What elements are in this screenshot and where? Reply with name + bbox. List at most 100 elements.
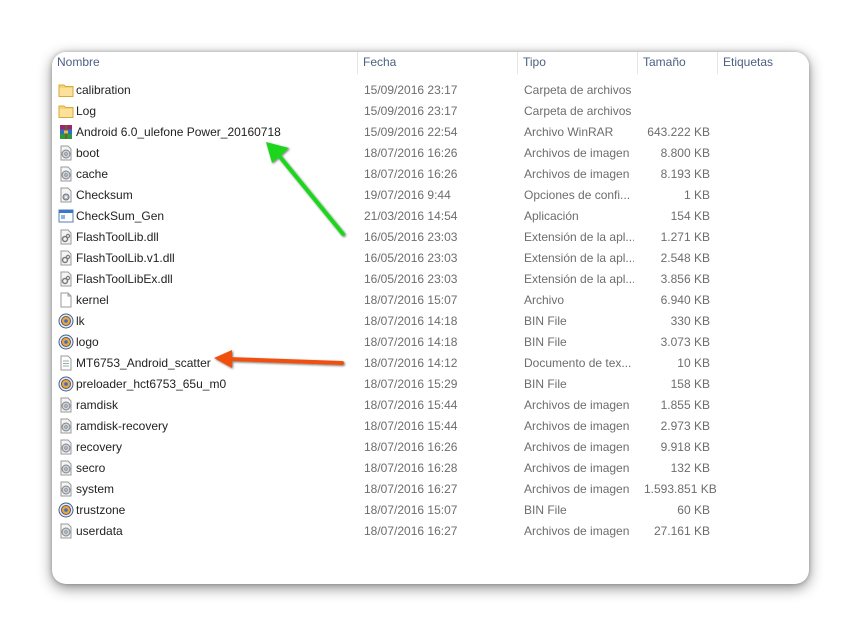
file-type: Aplicación <box>524 209 579 223</box>
column-header-type[interactable]: Tipo <box>518 52 638 74</box>
file-type: Extensión de la apl... <box>524 272 634 286</box>
file-name: calibration <box>76 83 131 97</box>
file-date: 18/07/2016 15:29 <box>364 377 458 391</box>
file-date: 18/07/2016 14:18 <box>364 314 458 328</box>
file-row[interactable]: logo 18/07/2016 14:18 BIN File 3.073 KB <box>52 332 809 353</box>
file-size: 1.271 KB <box>660 230 710 244</box>
file-date: 18/07/2016 15:44 <box>364 419 458 433</box>
file-type: Archivos de imagen <box>524 146 630 160</box>
file-size: 1.855 KB <box>660 398 710 412</box>
file-type: Archivo <box>524 293 565 307</box>
file-row[interactable]: CheckSum_Gen 21/03/2016 14:54 Aplicación 15… <box>52 206 809 227</box>
file-name: ramdisk <box>76 398 119 412</box>
file-explorer-window: Nombre Fecha Tipo Tamaño Etiquetas calib… <box>52 52 809 584</box>
column-header-name[interactable]: Nombre <box>52 52 358 74</box>
file-size: 158 KB <box>670 377 710 391</box>
file-name: FlashToolLib.dll <box>76 230 159 244</box>
file-row[interactable]: preloader_hct6753_65u_m0 18/07/2016 15:29… <box>52 374 809 395</box>
file-date: 18/07/2016 14:12 <box>364 356 458 370</box>
disk-image-icon <box>58 145 74 161</box>
file-date: 15/09/2016 23:17 <box>364 104 458 118</box>
column-header-bar: Nombre Fecha Tipo Tamaño Etiquetas <box>52 52 809 74</box>
file-size: 1 KB <box>683 188 710 202</box>
file-name: lk <box>76 314 85 328</box>
file-date: 18/07/2016 15:44 <box>364 398 458 412</box>
file-row[interactable]: userdata 18/07/2016 16:27 Archivos de imag… <box>52 521 809 542</box>
disk-image-icon <box>58 523 74 539</box>
file-row[interactable]: system 18/07/2016 16:27 Archivos de imagen… <box>52 479 809 500</box>
file-name: Checksum <box>76 188 133 202</box>
text-document-icon <box>58 355 74 371</box>
file-row[interactable]: trustzone 18/07/2016 15:07 BIN File 60 KB <box>52 500 809 521</box>
bin-file-icon <box>58 334 74 350</box>
file-row[interactable]: MT6753_Android_scatter 18/07/2016 14:12 Do… <box>52 353 809 374</box>
file-type: Archivos de imagen <box>524 419 630 433</box>
file-size: 60 KB <box>677 503 710 517</box>
file-row[interactable]: calibration 15/09/2016 23:17 Carpeta de ar… <box>52 80 809 101</box>
file-type: BIN File <box>524 503 567 517</box>
file-name: Log <box>76 104 97 118</box>
file-date: 18/07/2016 16:26 <box>364 146 458 160</box>
file-date: 19/07/2016 9:44 <box>364 188 451 202</box>
file-date: 18/07/2016 16:28 <box>364 461 458 475</box>
file-row[interactable]: Android 6.0_ulefone Power_20160718 15/09/… <box>52 122 809 143</box>
file-row[interactable]: ramdisk-recovery 18/07/2016 15:44 Archivos… <box>52 416 809 437</box>
file-row[interactable]: Checksum 19/07/2016 9:44 Opciones de confi… <box>52 185 809 206</box>
file-row[interactable]: recovery 18/07/2016 16:26 Archivos de imag… <box>52 437 809 458</box>
file-date: 18/07/2016 15:07 <box>364 293 458 307</box>
disk-image-icon <box>58 481 74 497</box>
dll-file-icon <box>58 229 74 245</box>
file-type: Archivos de imagen <box>524 398 630 412</box>
file-row[interactable]: Log 15/09/2016 23:17 Carpeta de archivos <box>52 101 809 122</box>
disk-image-icon <box>58 397 74 413</box>
file-row[interactable]: FlashToolLibEx.dll 16/05/2016 23:03 Extens… <box>52 269 809 290</box>
file-size: 330 KB <box>670 314 710 328</box>
file-row[interactable]: boot 18/07/2016 16:26 Archivos de imagen 8.… <box>52 143 809 164</box>
disk-image-icon <box>58 418 74 434</box>
application-icon <box>58 208 74 224</box>
file-name: FlashToolLibEx.dll <box>76 272 173 286</box>
file-size <box>644 101 710 122</box>
column-header-size[interactable]: Tamaño <box>638 52 718 74</box>
file-size: 3.856 KB <box>660 272 710 286</box>
file-name: secro <box>76 461 106 475</box>
file-row[interactable]: lk 18/07/2016 14:18 BIN File 330 KB <box>52 311 809 332</box>
folder-icon <box>58 103 74 119</box>
disk-image-icon <box>58 439 74 455</box>
column-header-tags[interactable]: Etiquetas <box>718 52 809 74</box>
bin-file-icon <box>58 313 74 329</box>
file-size: 6.940 KB <box>660 293 710 307</box>
file-row[interactable]: cache 18/07/2016 16:26 Archivos de imagen 8… <box>52 164 809 185</box>
file-type: BIN File <box>524 377 567 391</box>
file-row[interactable]: FlashToolLib.dll 16/05/2016 23:03 Extensió… <box>52 227 809 248</box>
file-size: 3.073 KB <box>660 335 710 349</box>
file-name: Android 6.0_ulefone Power_20160718 <box>76 125 281 139</box>
bin-file-icon <box>58 376 74 392</box>
file-date: 18/07/2016 16:27 <box>364 482 458 496</box>
dll-file-icon <box>58 271 74 287</box>
file-name: system <box>76 482 115 496</box>
file-name: preloader_hct6753_65u_m0 <box>76 377 227 391</box>
file-row[interactable]: secro 18/07/2016 16:28 Archivos de imagen 1… <box>52 458 809 479</box>
column-header-date[interactable]: Fecha <box>358 52 518 74</box>
file-type: Carpeta de archivos <box>524 104 632 118</box>
file-type: Archivos de imagen <box>524 167 630 181</box>
file-type: Archivos de imagen <box>524 482 630 496</box>
file-type: Archivos de imagen <box>524 440 630 454</box>
blank-file-icon <box>58 292 74 308</box>
file-type: Carpeta de archivos <box>524 83 632 97</box>
file-row[interactable]: ramdisk 18/07/2016 15:44 Archivos de image… <box>52 395 809 416</box>
file-name: ramdisk-recovery <box>76 419 169 433</box>
file-date: 18/07/2016 16:27 <box>364 524 458 538</box>
file-size: 2.973 KB <box>660 419 710 433</box>
file-date: 21/03/2016 14:54 <box>364 209 458 223</box>
file-size: 8.193 KB <box>660 167 710 181</box>
file-date: 15/09/2016 22:54 <box>364 125 458 139</box>
file-row[interactable]: kernel 18/07/2016 15:07 Archivo 6.940 KB <box>52 290 809 311</box>
file-list: calibration 15/09/2016 23:17 Carpeta de ar… <box>52 80 809 542</box>
file-type: Archivo WinRAR <box>524 125 614 139</box>
folder-icon <box>58 82 74 98</box>
file-row[interactable]: FlashToolLib.v1.dll 16/05/2016 23:03 Exten… <box>52 248 809 269</box>
config-file-icon <box>58 187 74 203</box>
file-date: 18/07/2016 16:26 <box>364 440 458 454</box>
